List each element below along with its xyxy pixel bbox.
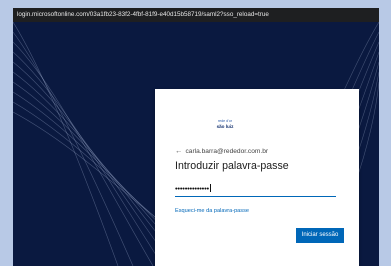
forgot-password-link[interactable]: Esqueci-me da palavra-passe (175, 208, 249, 214)
account-email: carla.barra@rededor.com.br (185, 148, 269, 155)
text-caret (209, 184, 211, 192)
address-bar-url: login.microsoftonline.com/03a1fb23-83f2-… (17, 11, 269, 18)
back-arrow-icon[interactable]: ← (175, 146, 183, 155)
account-back-row[interactable]: ← carla.barra@rededor.com.br (175, 146, 268, 155)
password-value: •••••••••••••• (175, 184, 209, 193)
signin-button[interactable]: Iniciar sessão (296, 228, 344, 243)
page-title: Introduzir palavra-passe (175, 160, 289, 172)
address-bar[interactable]: login.microsoftonline.com/03a1fb23-83f2-… (13, 8, 379, 22)
password-field[interactable]: •••••••••••••• (175, 184, 336, 197)
svg-text:são luiz: são luiz (217, 124, 235, 129)
organization-logo: rede d'or são luiz (205, 117, 245, 131)
svg-text:rede d'or: rede d'or (218, 119, 233, 123)
page-viewport: rede d'or são luiz ← carla.barra@rededor.… (13, 22, 379, 266)
signin-card: rede d'or são luiz ← carla.barra@rededor.… (155, 89, 359, 266)
